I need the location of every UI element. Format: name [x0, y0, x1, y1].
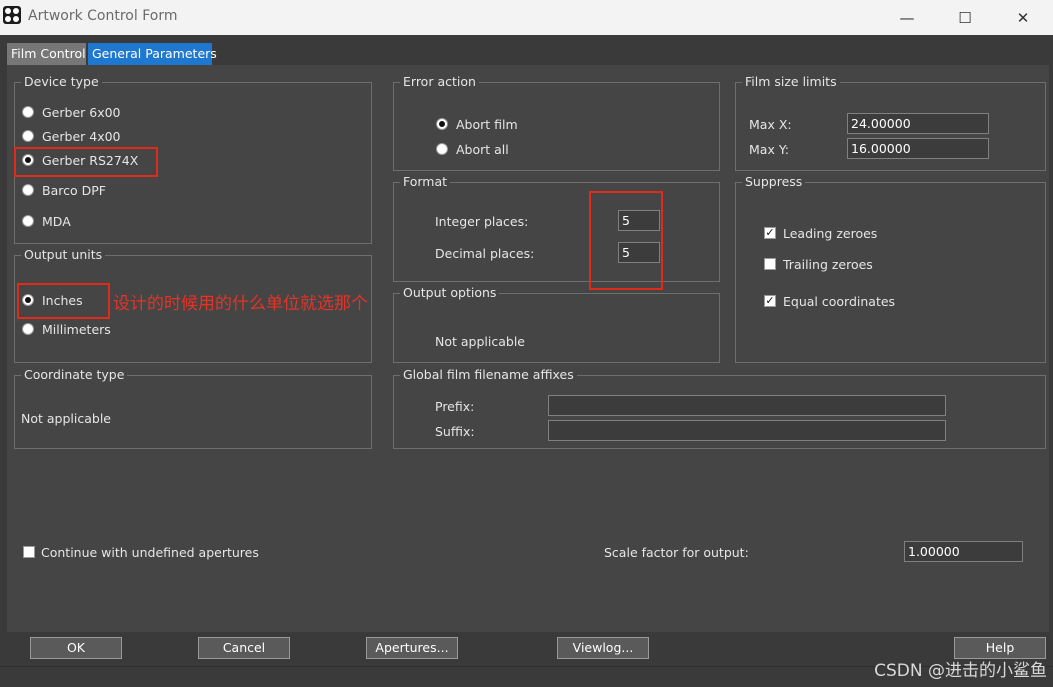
highlight-format-fields: [589, 191, 663, 290]
trailing-zeroes-label: Trailing zeroes: [783, 257, 873, 272]
highlight-gerber-rs274x: [14, 147, 158, 177]
title-bar: Artwork Control Form — ☐ ✕: [0, 0, 1053, 35]
equal-coordinates-checkbox[interactable]: ✓: [764, 295, 776, 307]
leading-zeroes-checkbox[interactable]: ✓: [764, 227, 776, 239]
annotation-text: 设计的时候用的什么单位就选那个: [113, 294, 368, 314]
label-millimeters: Millimeters: [42, 322, 111, 337]
radio-abort-all[interactable]: [436, 143, 448, 155]
label-abort-film: Abort film: [456, 117, 518, 132]
max-x-label: Max X:: [749, 117, 792, 132]
apertures-button[interactable]: Apertures...: [366, 637, 458, 659]
suppress-title: Suppress: [742, 174, 806, 189]
film-size-limits-title: Film size limits: [742, 74, 840, 89]
format-title: Format: [400, 174, 451, 189]
decimal-places-label: Decimal places:: [435, 246, 535, 261]
label-gerber-6x00: Gerber 6x00: [42, 105, 121, 120]
close-icon[interactable]: ✕: [1000, 0, 1046, 35]
leading-zeroes-label: Leading zeroes: [783, 226, 878, 241]
trailing-zeroes-checkbox[interactable]: [764, 258, 776, 270]
viewlog-button[interactable]: Viewlog...: [557, 637, 649, 659]
output-options-value: Not applicable: [435, 334, 525, 349]
device-type-title: Device type: [21, 74, 102, 89]
label-abort-all: Abort all: [456, 142, 509, 157]
label-barco-dpf: Barco DPF: [42, 183, 106, 198]
scale-factor-field[interactable]: 1.00000: [904, 541, 1023, 562]
output-options-title: Output options: [400, 285, 500, 300]
watermark: CSDN @进击的小鲨鱼: [874, 661, 1047, 681]
output-units-title: Output units: [21, 247, 106, 262]
minimize-icon[interactable]: —: [884, 0, 930, 35]
integer-places-label: Integer places:: [435, 214, 529, 229]
error-action-title: Error action: [400, 74, 479, 89]
filename-affixes-title: Global film filename affixes: [400, 367, 577, 382]
radio-barco-dpf[interactable]: [22, 184, 34, 196]
prefix-field[interactable]: [548, 395, 946, 416]
cancel-button[interactable]: Cancel: [198, 637, 290, 659]
label-gerber-4x00: Gerber 4x00: [42, 129, 121, 144]
tab-general-parameters[interactable]: General Parameters: [88, 43, 217, 65]
radio-gerber-6x00[interactable]: [22, 106, 34, 118]
continue-undefined-apertures-checkbox[interactable]: [23, 546, 35, 558]
window-title: Artwork Control Form: [28, 8, 178, 24]
highlight-inches: [17, 283, 110, 319]
suppress-group: Suppress: [735, 174, 1046, 363]
prefix-label: Prefix:: [435, 399, 475, 414]
coordinate-type-value: Not applicable: [21, 411, 111, 426]
output-options-group: Output options: [393, 285, 720, 363]
label-mda: MDA: [42, 214, 71, 229]
coordinate-type-title: Coordinate type: [21, 367, 128, 382]
format-group: Format: [393, 174, 720, 282]
maximize-icon[interactable]: ☐: [942, 0, 988, 35]
radio-abort-film[interactable]: [436, 118, 448, 130]
ok-button[interactable]: OK: [30, 637, 122, 659]
max-y-field[interactable]: 16.00000: [847, 138, 989, 159]
equal-coordinates-label: Equal coordinates: [783, 294, 896, 309]
max-x-field[interactable]: 24.00000: [847, 113, 989, 134]
suffix-field[interactable]: [548, 420, 946, 441]
continue-undefined-apertures-label: Continue with undefined apertures: [41, 545, 259, 560]
radio-mda[interactable]: [22, 215, 34, 227]
radio-millimeters[interactable]: [22, 323, 34, 335]
radio-gerber-4x00[interactable]: [22, 130, 34, 142]
suffix-label: Suffix:: [435, 424, 475, 439]
max-y-label: Max Y:: [749, 142, 790, 157]
app-icon: [3, 6, 21, 24]
scale-factor-label: Scale factor for output:: [604, 545, 749, 560]
tab-film-control[interactable]: Film Control: [7, 43, 86, 65]
